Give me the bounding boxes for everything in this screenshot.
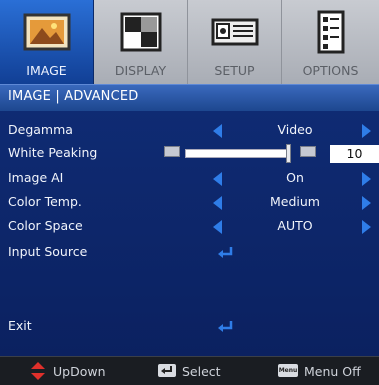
left-arrow-icon[interactable] [213, 172, 222, 186]
left-arrow-icon[interactable] [213, 220, 222, 234]
slider-track[interactable] [185, 149, 289, 158]
enter-icon[interactable] [217, 245, 235, 261]
tab-options[interactable]: OPTIONS [282, 0, 379, 84]
footer-menu-off-label: Menu Off [304, 364, 361, 379]
menu-item-degamma[interactable]: Degamma Video [0, 119, 379, 143]
menu-item-color-temp[interactable]: Color Temp. Medium [0, 191, 379, 215]
menu-item-image-ai[interactable]: Image AI On [0, 167, 379, 191]
menu-item-label: Color Space [8, 218, 83, 233]
tab-display-label: DISPLAY [114, 63, 167, 78]
left-arrow-icon[interactable] [213, 124, 222, 138]
slider-handle[interactable] [286, 144, 291, 163]
slider-min-icon [164, 146, 180, 157]
menu-item-label: Image AI [8, 170, 64, 185]
menu-item-value: Video [277, 122, 313, 137]
options-icon [317, 10, 344, 54]
footer-select-label: Select [182, 364, 221, 379]
footer-hints: UpDown Select Menu Menu Off [0, 356, 379, 385]
display-icon [120, 12, 161, 52]
right-arrow-icon[interactable] [362, 196, 371, 210]
updown-icon [31, 362, 45, 380]
left-arrow-icon[interactable] [213, 196, 222, 210]
menu-item-label: Exit [8, 318, 32, 333]
enter-key-icon [158, 364, 176, 377]
menu-item-value: Medium [270, 194, 320, 209]
section-title: IMAGE | ADVANCED [8, 89, 139, 104]
tab-image-label: IMAGE [26, 63, 67, 78]
right-arrow-icon[interactable] [362, 124, 371, 138]
menu-item-label: Input Source [8, 244, 88, 259]
tab-setup-label: SETUP [214, 63, 255, 78]
menu-item-exit[interactable]: Exit [0, 315, 379, 339]
section-title-bar: IMAGE | ADVANCED [0, 84, 379, 112]
setup-icon [211, 18, 258, 46]
menu-item-input-source[interactable]: Input Source [0, 241, 379, 265]
menu-item-white-peaking[interactable]: White Peaking 10 [0, 142, 379, 166]
right-arrow-icon[interactable] [362, 220, 371, 234]
menu-item-label: White Peaking [8, 145, 98, 160]
tab-setup[interactable]: SETUP [188, 0, 282, 84]
menu-item-value: AUTO [277, 218, 313, 233]
right-arrow-icon[interactable] [362, 172, 371, 186]
menu-key-icon: Menu [278, 364, 298, 377]
menu-item-value: On [286, 170, 304, 185]
enter-icon[interactable] [217, 319, 235, 335]
menu-item-label: Degamma [8, 122, 73, 137]
tab-display[interactable]: DISPLAY [94, 0, 188, 84]
tab-options-label: OPTIONS [302, 63, 359, 78]
tab-bar: IMAGE DISPLAY SETUP OPTIONS [0, 0, 379, 84]
menu-item-label: Color Temp. [8, 194, 82, 209]
slider-value: 10 [330, 145, 379, 163]
tab-image[interactable]: IMAGE [0, 0, 94, 84]
menu-list: Degamma Video White Peaking 10 Image AI … [0, 111, 379, 356]
osd-menu: IMAGE DISPLAY SETUP OPTIONS IMAGE | ADVA… [0, 0, 379, 385]
menu-item-color-space[interactable]: Color Space AUTO [0, 215, 379, 239]
footer-updown-label: UpDown [53, 364, 106, 379]
image-icon [23, 13, 70, 51]
slider-max-icon [300, 146, 316, 157]
